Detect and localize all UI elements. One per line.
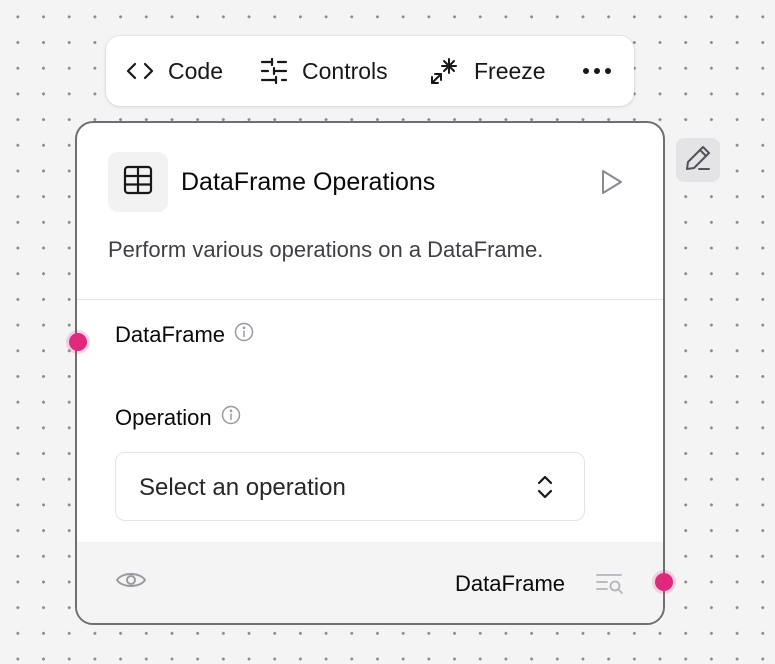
- code-label: Code: [168, 57, 223, 84]
- operation-input-label: Operation: [115, 405, 241, 431]
- inspect-output-button[interactable]: [595, 571, 625, 600]
- controls-button[interactable]: Controls: [260, 36, 388, 106]
- table-icon: [122, 164, 154, 201]
- node-toolbar: Code Controls Freeze: [106, 36, 634, 106]
- chevrons-up-down-icon: [534, 472, 556, 507]
- run-node-button[interactable]: [596, 167, 626, 197]
- node-output-row: DataFrame: [77, 542, 663, 623]
- dataframe-input-label: DataFrame: [115, 322, 254, 348]
- node-icon-container: [108, 152, 168, 212]
- dataframe-input-handle[interactable]: [69, 333, 87, 351]
- output-label: DataFrame: [455, 571, 566, 596]
- node-header: DataFrame Operations Perform various ope…: [77, 123, 663, 300]
- freeze-label: Freeze: [474, 57, 546, 84]
- play-icon: [596, 170, 626, 201]
- dataframe-output-handle[interactable]: [655, 573, 673, 591]
- freeze-button[interactable]: Freeze: [430, 36, 546, 106]
- eye-icon: [115, 573, 147, 595]
- info-icon[interactable]: [234, 322, 254, 348]
- pencil-icon: [684, 144, 712, 177]
- dataframe-operations-node[interactable]: DataFrame Operations Perform various ope…: [75, 121, 665, 625]
- node-title[interactable]: DataFrame Operations: [181, 168, 435, 197]
- edit-node-button[interactable]: [676, 138, 720, 182]
- controls-label: Controls: [302, 57, 388, 84]
- code-icon: [126, 61, 154, 81]
- text-search-icon: [595, 574, 625, 599]
- dataframe-input-label-text: DataFrame: [115, 322, 226, 347]
- operation-select-value: Select an operation: [139, 474, 346, 501]
- info-icon[interactable]: [221, 405, 241, 431]
- more-options-button[interactable]: [582, 36, 612, 106]
- sliders-icon: [260, 58, 288, 84]
- node-description: Perform various operations on a DataFram…: [108, 237, 544, 262]
- operation-input-label-text: Operation: [115, 405, 212, 430]
- operation-select[interactable]: Select an operation: [115, 452, 585, 521]
- freeze-icon: [430, 57, 460, 85]
- more-horizontal-icon: [582, 67, 612, 75]
- toggle-output-visibility-button[interactable]: [115, 569, 147, 596]
- code-button[interactable]: Code: [126, 36, 223, 106]
